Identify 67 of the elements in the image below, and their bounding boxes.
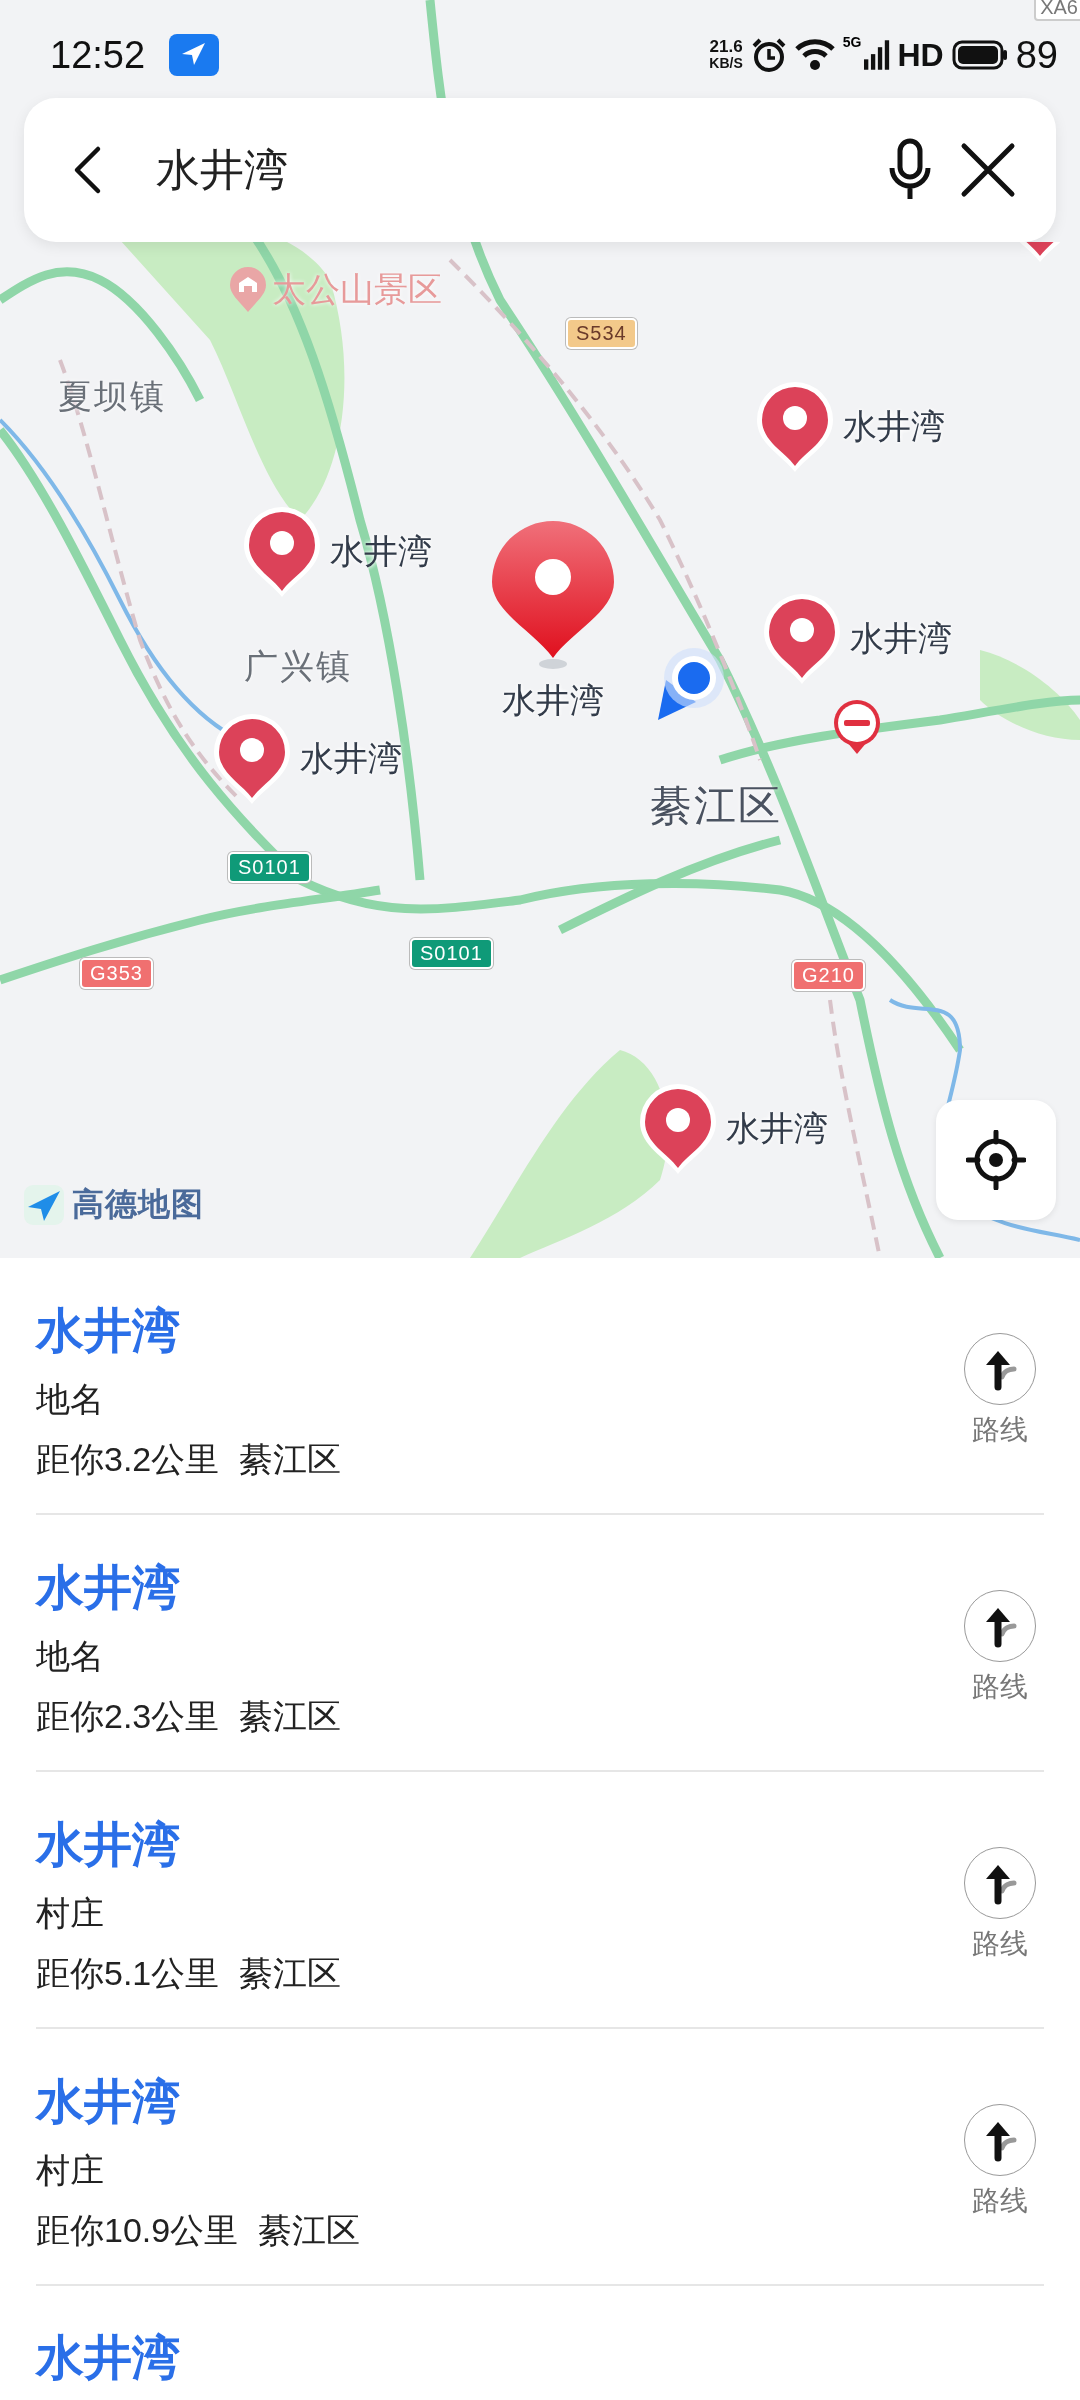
locate-me-button[interactable] [936,1100,1056,1220]
map-logo-icon [22,1183,66,1227]
no-entry-icon [832,698,882,756]
route-button[interactable]: 路线 [960,1332,1040,1449]
hd-indicator: HD [897,36,944,74]
search-result-item[interactable]: 水井湾 地名 距你2.3公里 綦江区 路线 [36,1515,1044,1772]
network-type-text: 5G [842,34,862,50]
result-distance: 距你3.2公里 [36,1438,220,1480]
road-number-badge: S0101 [410,938,493,969]
map-pin-icon[interactable] [212,712,292,806]
back-icon [72,145,102,195]
signal-icon [863,38,890,72]
search-result-item[interactable]: 水井湾 村庄 距你5.1公里 綦江区 路线 [36,1772,1044,2029]
map-place-label: 广兴镇 [244,646,352,687]
map-place-label: 太公山景区 [272,269,442,310]
result-title: 水井湾 [36,2330,180,2386]
search-result-item[interactable]: 水井湾 [36,2286,1044,2400]
status-time: 12:52 [50,33,146,77]
map-place-label: 綦江区 [650,781,782,831]
map-pin-label: 水井湾 [300,738,402,779]
result-title: 水井湾 [36,1559,180,1616]
battery-icon [951,40,1008,70]
result-distance: 距你2.3公里 [36,1695,220,1737]
result-title: 水井湾 [36,1816,180,1873]
road-number-badge: G353 [80,958,153,989]
map-place-label: 夏坝镇 [58,376,166,417]
road-number-badge: S534 [566,318,637,349]
result-category: 地名 [36,1635,104,1677]
network-speed-text: 21.6 KB/S [709,39,743,71]
result-category: 村庄 [36,1892,104,1934]
result-category: 地名 [36,1378,104,1420]
close-icon [960,142,1016,198]
result-distance: 距你5.1公里 [36,1952,220,1994]
result-category: 村庄 [36,2149,104,2191]
search-result-item[interactable]: 水井湾 地名 距你3.2公里 綦江区 路线 [36,1258,1044,1515]
result-title: 水井湾 [36,2073,180,2130]
map-pin-icon[interactable] [242,505,322,599]
wifi-icon [794,37,835,73]
battery-level-text: 89 [1015,33,1058,77]
map-pin-label: 水井湾 [850,618,952,659]
alarm-icon [750,37,787,73]
map-pin-icon[interactable] [755,380,835,474]
result-title: 水井湾 [36,1302,180,1359]
locate-icon [966,1130,1026,1190]
map-logo-text: 高德地图 [72,1185,204,1224]
route-button[interactable]: 路线 [960,1846,1040,1963]
microphone-icon [888,138,932,202]
scenic-area-icon [228,266,268,314]
result-district: 綦江区 [239,1438,342,1480]
search-field[interactable]: 水井湾 [156,140,864,200]
result-district: 綦江区 [239,1952,342,1994]
route-button[interactable]: 路线 [960,2103,1040,2220]
search-result-item[interactable]: 水井湾 村庄 距你10.9公里 綦江区 路线 [36,2029,1044,2286]
result-distance: 距你10.9公里 [36,2209,239,2251]
result-district: 綦江区 [258,2209,361,2251]
road-number-badge: G210 [792,960,865,991]
road-number-badge: S0101 [228,852,311,883]
map-pin-label: 水井湾 [502,680,604,721]
map-pin-icon[interactable] [490,520,616,670]
map-pin-label: 水井湾 [726,1108,828,1149]
map-grid-label: XA6 [1034,0,1080,21]
result-district: 綦江区 [239,1695,342,1737]
map-pin-icon[interactable] [762,592,842,686]
map-pin-icon[interactable] [638,1082,718,1176]
map-pin-label: 水井湾 [843,406,945,447]
map-pin-label: 水井湾 [330,531,432,572]
route-button[interactable]: 路线 [960,1589,1040,1706]
